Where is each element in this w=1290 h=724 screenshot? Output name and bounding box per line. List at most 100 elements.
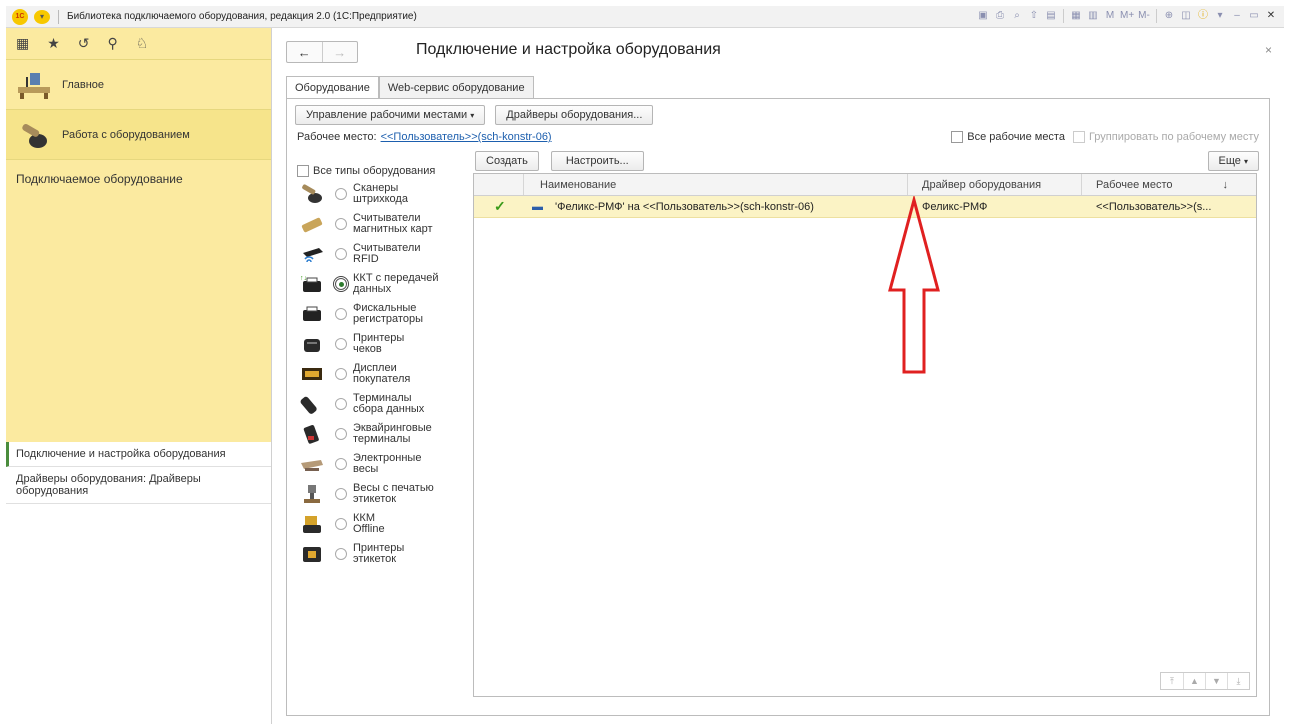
equipment-drivers-button[interactable]: Драйверы оборудования... bbox=[495, 105, 654, 125]
section-main[interactable]: Главное bbox=[6, 60, 271, 110]
header-workplace[interactable]: Рабочее место ↓ bbox=[1082, 174, 1256, 195]
scroll-bottom-icon[interactable]: ⤓ bbox=[1227, 673, 1249, 689]
configure-button[interactable]: Настроить... bbox=[550, 151, 644, 171]
calculator-icon[interactable]: ▦ bbox=[1069, 9, 1083, 23]
forward-button[interactable]: → bbox=[321, 42, 358, 62]
favorites-star-icon[interactable]: ★ bbox=[47, 35, 60, 52]
type-item-receipt-printers[interactable]: Принтеры чеков bbox=[297, 329, 472, 359]
nav-item-drivers[interactable]: Драйверы оборудования: Драйверы оборудов… bbox=[6, 467, 271, 504]
sections-panel: ▦ ★ ↺ ⚲ ♘ Главное Работа с оборудованием… bbox=[6, 28, 272, 724]
all-types-option[interactable]: Все типы оборудования bbox=[297, 165, 472, 177]
close-window-icon[interactable]: ✕ bbox=[1264, 9, 1278, 23]
type-radio[interactable] bbox=[335, 518, 347, 530]
search-icon[interactable]: ⚲ bbox=[108, 35, 118, 52]
type-radio[interactable] bbox=[335, 218, 347, 230]
equipment-type-list: Все типы оборудования Сканеры штрихкода … bbox=[297, 165, 472, 569]
create-button[interactable]: Создать bbox=[475, 151, 539, 171]
type-label: Эквайринговые терминалы bbox=[353, 422, 432, 445]
type-item-card-readers[interactable]: Считыватели магнитных карт bbox=[297, 209, 472, 239]
header-name[interactable]: Наименование bbox=[524, 174, 908, 195]
type-label: Сканеры штрихкода bbox=[353, 182, 408, 205]
type-radio[interactable] bbox=[335, 428, 347, 440]
type-item-fiscal-registers[interactable]: Фискальные регистраторы bbox=[297, 299, 472, 329]
label-printer-icon bbox=[297, 541, 327, 567]
type-radio[interactable] bbox=[335, 308, 347, 320]
manage-workplaces-button[interactable]: Управление рабочими местами ▾ bbox=[295, 105, 486, 125]
notifications-bell-icon[interactable]: ♘ bbox=[136, 35, 149, 52]
type-radio[interactable] bbox=[335, 248, 347, 260]
all-types-checkbox[interactable] bbox=[297, 165, 309, 177]
memory-plus-button[interactable]: M+ bbox=[1120, 9, 1134, 23]
title-bar: 1С ▾ Библиотека подключаемого оборудован… bbox=[6, 6, 1284, 28]
type-item-electronic-scales[interactable]: Электронные весы bbox=[297, 449, 472, 479]
type-item-label-printers[interactable]: Принтеры этикеток bbox=[297, 539, 472, 569]
type-item-kkm-offline[interactable]: ККМ Offline bbox=[297, 509, 472, 539]
document-icon[interactable]: ▤ bbox=[1044, 9, 1058, 23]
all-workplaces-checkbox[interactable] bbox=[951, 131, 964, 144]
type-item-label-scales[interactable]: Весы с печатью этикеток bbox=[297, 479, 472, 509]
minimize-icon[interactable]: – bbox=[1230, 9, 1244, 23]
workplace-link[interactable]: <<Пользователь>>(sch-konstr-06) bbox=[381, 131, 552, 143]
table-row[interactable]: ✓ ▬ 'Феликс-РМФ' на <<Пользователь>>(sch-… bbox=[474, 196, 1256, 218]
type-item-kkt[interactable]: ↑↓ ККТ с передачей данных bbox=[297, 269, 472, 299]
save-icon[interactable]: ▣ bbox=[976, 9, 990, 23]
type-label: ККТ с передачей данных bbox=[353, 272, 439, 295]
print-icon[interactable]: ⎙ bbox=[993, 9, 1007, 23]
type-radio[interactable] bbox=[335, 188, 347, 200]
dropdown-icon[interactable]: ▾ bbox=[1213, 9, 1227, 23]
type-radio[interactable] bbox=[335, 368, 347, 380]
scroll-down-icon[interactable]: ▼ bbox=[1205, 673, 1227, 689]
type-item-acquiring-terminals[interactable]: Эквайринговые терминалы bbox=[297, 419, 472, 449]
panels-icon[interactable]: ◫ bbox=[1179, 9, 1193, 23]
main-menu-button[interactable]: ▾ bbox=[34, 9, 50, 24]
memory-button[interactable]: M bbox=[1103, 9, 1117, 23]
type-item-barcode-scanners[interactable]: Сканеры штрихкода bbox=[297, 179, 472, 209]
type-radio[interactable] bbox=[335, 398, 347, 410]
type-radio[interactable] bbox=[335, 488, 347, 500]
scroll-up-icon[interactable]: ▲ bbox=[1183, 673, 1205, 689]
history-icon[interactable]: ↺ bbox=[78, 35, 90, 52]
row-workplace: <<Пользователь>>(s... bbox=[1096, 200, 1212, 213]
grid-header: Наименование Драйвер оборудования Рабоче… bbox=[474, 174, 1256, 196]
type-radio-selected[interactable] bbox=[333, 276, 349, 292]
tab-web-service[interactable]: Web-сервис оборудование bbox=[378, 76, 534, 98]
memory-minus-button[interactable]: M- bbox=[1137, 9, 1151, 23]
scroll-top-icon[interactable]: ⤒ bbox=[1161, 673, 1183, 689]
group-checkbox[interactable] bbox=[1072, 131, 1085, 144]
type-label: Весы с печатью этикеток bbox=[353, 482, 434, 505]
type-label: ККМ Offline bbox=[353, 512, 385, 535]
type-radio[interactable] bbox=[335, 548, 347, 560]
electronic-scale-icon bbox=[297, 451, 327, 477]
type-label: Принтеры чеков bbox=[353, 332, 405, 355]
nav-item-equipment-setup[interactable]: Подключение и настройка оборудования bbox=[6, 442, 271, 467]
subsection-heading[interactable]: Подключаемое оборудование bbox=[16, 172, 261, 186]
type-radio[interactable] bbox=[335, 458, 347, 470]
upload-icon[interactable]: ⇧ bbox=[1027, 9, 1041, 23]
card-reader-icon bbox=[297, 211, 327, 237]
type-item-data-terminals[interactable]: Терминалы сбора данных bbox=[297, 389, 472, 419]
close-form-icon[interactable]: × bbox=[1265, 43, 1272, 57]
back-button[interactable]: ← bbox=[287, 42, 322, 62]
sort-arrow-icon: ↓ bbox=[1222, 178, 1229, 191]
type-label: Дисплеи покупателя bbox=[353, 362, 411, 385]
type-item-rfid-readers[interactable]: Считыватели RFID bbox=[297, 239, 472, 269]
apps-grid-icon[interactable]: ▦ bbox=[16, 35, 29, 52]
all-workplaces-option[interactable]: Все рабочие места bbox=[951, 131, 1065, 144]
header-status[interactable] bbox=[474, 174, 524, 195]
type-radio[interactable] bbox=[335, 338, 347, 350]
type-item-customer-displays[interactable]: Дисплеи покупателя bbox=[297, 359, 472, 389]
group-by-workplace-option[interactable]: Группировать по рабочему месту bbox=[1072, 131, 1259, 144]
preview-icon[interactable]: ⌕ bbox=[1010, 9, 1024, 23]
svg-text:↑↓: ↑↓ bbox=[300, 275, 307, 282]
app-title: Библиотека подключаемого оборудования, р… bbox=[67, 11, 417, 22]
tab-equipment[interactable]: Оборудование bbox=[286, 76, 379, 99]
restore-icon[interactable]: ▭ bbox=[1247, 9, 1261, 23]
zoom-icon[interactable]: ⊕ bbox=[1162, 9, 1176, 23]
calendar-icon[interactable]: ▥ bbox=[1086, 9, 1100, 23]
all-workplaces-label: Все рабочие места bbox=[967, 131, 1065, 143]
more-button[interactable]: Еще ▾ bbox=[1207, 151, 1259, 171]
section-equipment[interactable]: Работа с оборудованием bbox=[6, 110, 271, 160]
info-icon[interactable]: ⓘ bbox=[1196, 9, 1210, 23]
type-label: Терминалы сбора данных bbox=[353, 392, 425, 415]
header-driver[interactable]: Драйвер оборудования bbox=[908, 174, 1082, 195]
